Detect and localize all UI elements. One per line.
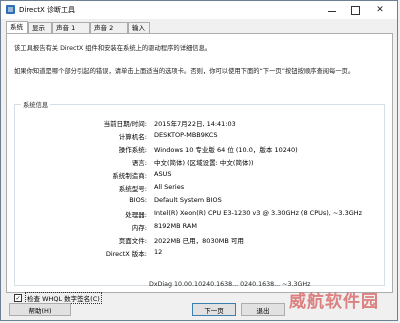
info-value: 2022MB 已用，8030MB 可用: [154, 237, 244, 245]
info-value: 中文(简体) (区域设置: 中文(简体)): [154, 159, 254, 167]
minimize-icon: [328, 10, 336, 12]
dxdiag-version: DxDiag 10.00.10240.1638... 0240.1638... …: [149, 281, 311, 288]
exit-button[interactable]: 退出: [241, 303, 285, 316]
tab-display[interactable]: 显示: [28, 22, 52, 33]
whql-checkbox[interactable]: ✓: [14, 294, 22, 302]
info-value: All Series: [154, 183, 185, 191]
minimize-button[interactable]: [321, 1, 343, 19]
info-key: 语言:: [131, 159, 147, 167]
info-value: 8192MB RAM: [154, 222, 197, 230]
info-row: 语言: 中文(简体) (区域设置: 中文(简体)): [15, 157, 384, 167]
info-key: 系统制造商:: [112, 172, 147, 180]
checkmark-icon: ✓: [15, 294, 21, 302]
next-page-button[interactable]: 下一页: [192, 303, 236, 316]
info-row: 页面文件: 2022MB 已用，8030MB 可用: [15, 235, 384, 245]
info-key: 系统型号:: [118, 185, 147, 193]
info-row: 操作系统: Windows 10 专业版 64 位 (10.0，版本 10240…: [15, 144, 384, 154]
tab-sound-1[interactable]: 声音 1: [52, 22, 90, 33]
info-row: 处理器: Intel(R) Xeon(R) CPU E3-1230 v3 @ 3…: [15, 209, 384, 219]
system-info-label: 系统信息: [21, 100, 51, 109]
info-row: 当前日期/时间: 2015年7月22日, 14:41:03: [15, 118, 384, 128]
system-tab-panel: 该工具报告有关 DirectX 组件和安装在系统上的驱动程序的详细信息。 如果你…: [6, 33, 393, 304]
tab-input[interactable]: 输入: [128, 22, 150, 33]
system-info-group: 系统信息 当前日期/时间: 2015年7月22日, 14:41:03 计算机名:…: [14, 100, 385, 286]
info-value: DESKTOP-MBB9KCS: [154, 131, 218, 139]
intro-help-text: 如果你知道是哪个部分引起的错误，请单击上面适当的选项卡。否则，你可以使用下面的“…: [14, 68, 355, 75]
info-key: 处理器:: [125, 211, 147, 219]
watermark-logo: 威航软件园: [289, 292, 379, 312]
info-value: Windows 10 专业版 64 位 (10.0，版本 10240): [154, 146, 298, 154]
info-row: BIOS: Default System BIOS: [15, 196, 384, 206]
title-bar[interactable]: DirectX 诊断工具 ✕: [1, 1, 397, 19]
info-key: 计算机名:: [118, 133, 147, 141]
info-row: DirectX 版本: 12: [15, 248, 384, 258]
info-value: Default System BIOS: [154, 196, 222, 204]
info-key: 内存:: [131, 224, 147, 232]
info-key: 当前日期/时间:: [103, 120, 147, 128]
info-key: BIOS:: [129, 196, 147, 204]
intro-text: 该工具报告有关 DirectX 组件和安装在系统上的驱动程序的详细信息。: [14, 45, 212, 52]
window-title: DirectX 诊断工具: [19, 6, 75, 14]
help-button[interactable]: 帮助(H): [9, 303, 71, 316]
dxdiag-window: DirectX 诊断工具 ✕ 系统 显示 声音 1 声音 2 输入 该工具报告有…: [0, 0, 398, 321]
info-value: Intel(R) Xeon(R) CPU E3-1230 v3 @ 3.30GH…: [154, 209, 363, 217]
info-value: 12: [154, 248, 163, 256]
info-row: 系统制造商: ASUS: [15, 170, 384, 180]
directx-app-icon: [6, 5, 15, 14]
maximize-button[interactable]: [344, 1, 366, 19]
close-button[interactable]: ✕: [369, 1, 391, 19]
info-key: 页面文件:: [118, 237, 147, 245]
close-icon: ✕: [376, 5, 384, 15]
info-value: 2015年7月22日, 14:41:03: [154, 120, 236, 128]
info-key: 操作系统:: [118, 146, 147, 154]
info-row: 系统型号: All Series: [15, 183, 384, 193]
maximize-icon: [350, 5, 360, 15]
info-row: 内存: 8192MB RAM: [15, 222, 384, 232]
info-key: DirectX 版本:: [105, 250, 147, 258]
tab-sound-2[interactable]: 声音 2: [90, 22, 128, 33]
info-value: ASUS: [154, 170, 172, 178]
info-row: 计算机名: DESKTOP-MBB9KCS: [15, 131, 384, 141]
